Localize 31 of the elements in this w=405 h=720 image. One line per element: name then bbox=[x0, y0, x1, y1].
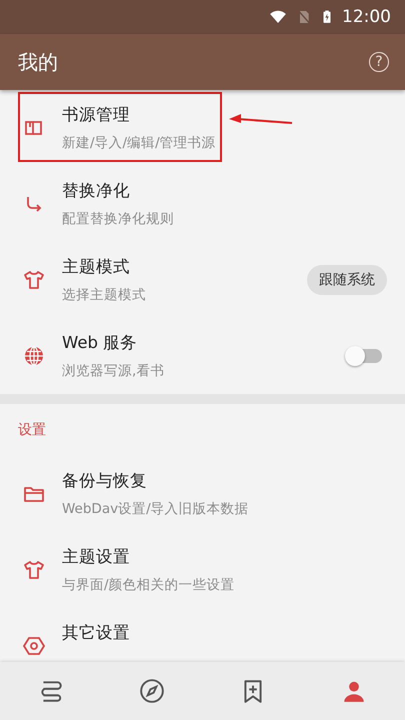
annotation-arrow bbox=[228, 114, 294, 126]
shirt-icon bbox=[22, 558, 46, 582]
settings-item[interactable]: 其它设置 bbox=[0, 608, 405, 662]
item-title: 替换净化 bbox=[62, 180, 130, 202]
page-title: 我的 bbox=[18, 48, 58, 76]
shirt-icon bbox=[22, 268, 46, 292]
globe-icon bbox=[22, 344, 46, 368]
item-title: 主题设置 bbox=[62, 546, 130, 568]
item-subtitle: 与界面/颜色相关的一些设置 bbox=[62, 576, 235, 594]
settings-item[interactable]: Web 服务 浏览器写源,看书 bbox=[0, 318, 405, 394]
compass-icon bbox=[138, 678, 165, 704]
item-subtitle: 新建/导入/编辑/管理书源 bbox=[62, 134, 216, 152]
settings-item[interactable]: 替换净化 配置替换净化规则 bbox=[0, 166, 405, 242]
item-title: 备份与恢复 bbox=[62, 470, 147, 492]
item-title: 其它设置 bbox=[62, 622, 130, 644]
settings-item[interactable]: 书源管理 新建/导入/编辑/管理书源 bbox=[0, 90, 405, 166]
item-subtitle: 配置替换净化规则 bbox=[62, 210, 174, 228]
help-button[interactable]: ? bbox=[369, 52, 389, 72]
item-subtitle: 浏览器写源,看书 bbox=[62, 362, 164, 380]
item-title: Web 服务 bbox=[62, 332, 138, 354]
item-title: 书源管理 bbox=[62, 104, 130, 126]
settings-item[interactable]: 备份与恢复 WebDav设置/导入旧版本数据 bbox=[0, 456, 405, 532]
clock-time: 12:00 bbox=[342, 7, 391, 27]
item-title: 主题模式 bbox=[62, 256, 130, 278]
gear-icon bbox=[22, 634, 46, 658]
settings-item[interactable]: 主题模式 选择主题模式 跟随系统 bbox=[0, 242, 405, 318]
settings-item[interactable]: 主题设置 与界面/颜色相关的一些设置 bbox=[0, 532, 405, 608]
section-header: 设置 bbox=[17, 421, 47, 440]
item-subtitle: WebDav设置/导入旧版本数据 bbox=[62, 500, 249, 518]
item-subtitle: 选择主题模式 bbox=[62, 286, 146, 304]
theme-mode-chip[interactable]: 跟随系统 bbox=[307, 265, 387, 295]
